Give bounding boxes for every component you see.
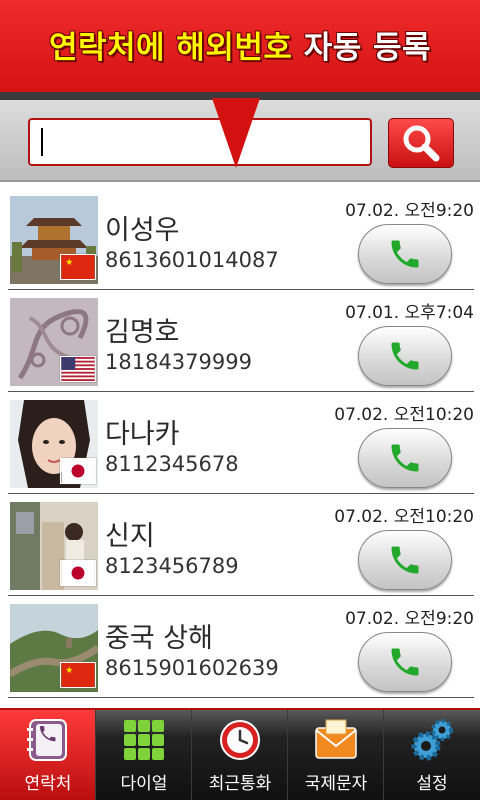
flag-china: ★	[60, 662, 96, 688]
tab-label: 최근통화	[208, 774, 272, 794]
bottom-tab-bar: 연락처 다이얼 최근통화 국제문자 설정	[0, 708, 480, 800]
recent-calls-clock-icon	[220, 720, 260, 760]
flag-japan	[60, 458, 96, 484]
contact-photo	[10, 298, 98, 386]
settings-gears-icon	[411, 719, 453, 761]
call-button[interactable]	[358, 224, 452, 284]
contact-list: ★ 이성우 8613601014087 07.02. 오전9:20 김명호 18…	[0, 192, 480, 702]
call-button[interactable]	[358, 326, 452, 386]
contact-number: 18184379999	[105, 350, 252, 374]
search-input[interactable]	[28, 118, 372, 166]
contact-number: 8615901602639	[105, 656, 279, 680]
call-time: 07.02. 오전10:20	[334, 405, 474, 425]
contact-number: 8123456789	[105, 554, 239, 578]
svg-text:★: ★	[65, 665, 73, 676]
tab-label: 연락처	[24, 774, 72, 794]
tab-settings[interactable]: 설정	[384, 710, 480, 800]
call-time: 07.02. 오전9:20	[345, 609, 474, 629]
banner-title-part2: 자동 등록	[303, 30, 432, 66]
banner-pointer	[212, 98, 260, 168]
envelope-icon	[315, 719, 357, 759]
call-button[interactable]	[358, 530, 452, 590]
phone-icon	[391, 648, 419, 676]
call-button[interactable]	[358, 428, 452, 488]
contact-name: 다나카	[105, 419, 180, 450]
phone-icon	[391, 444, 419, 472]
flag-japan	[60, 560, 96, 586]
contact-row[interactable]: ★ 이성우 8613601014087 07.02. 오전9:20	[8, 192, 474, 290]
phone-icon	[391, 546, 419, 574]
svg-text:★: ★	[65, 257, 73, 268]
contact-photo	[10, 400, 98, 488]
tab-contacts[interactable]: 연락처	[0, 710, 96, 800]
banner-title: 연락처에 해외번호 자동 등록	[0, 22, 480, 67]
contact-name: 이성우	[105, 215, 180, 246]
tab-recent-calls[interactable]: 최근통화	[192, 710, 288, 800]
dialpad-icon	[124, 720, 164, 760]
flag-china: ★	[60, 254, 96, 280]
contact-row[interactable]: 신지 8123456789 07.02. 오전10:20	[8, 498, 474, 596]
contact-name: 중국 상해	[105, 623, 213, 654]
call-time: 07.01. 오후7:04	[345, 303, 474, 323]
banner-title-part1: 연락처에 해외번호	[48, 30, 293, 66]
contact-row[interactable]: 김명호 18184379999 07.01. 오후7:04	[8, 294, 474, 392]
tab-label: 설정	[416, 774, 448, 794]
contact-number: 8112345678	[105, 452, 239, 476]
call-button[interactable]	[358, 632, 452, 692]
call-time: 07.02. 오전10:20	[334, 507, 474, 527]
search-button[interactable]	[388, 118, 454, 168]
contact-name: 신지	[105, 521, 155, 552]
tab-label: 다이얼	[120, 774, 168, 794]
tab-dialpad[interactable]: 다이얼	[96, 710, 192, 800]
contact-row[interactable]: 다나카 8112345678 07.02. 오전10:20	[8, 396, 474, 494]
contacts-book-icon	[27, 719, 67, 761]
contact-row[interactable]: ★ 중국 상해 8615901602639 07.02. 오전9:20	[8, 600, 474, 698]
call-time: 07.02. 오전9:20	[345, 201, 474, 221]
contact-photo: ★	[10, 604, 98, 692]
contact-number: 8613601014087	[105, 248, 279, 272]
tab-label: 국제문자	[304, 774, 368, 794]
contact-name: 김명호	[105, 317, 180, 348]
phone-icon	[391, 342, 419, 370]
contact-photo	[10, 502, 98, 590]
tab-international-sms[interactable]: 국제문자	[288, 710, 384, 800]
app-screen: 연락처에 해외번호 자동 등록 ★ 이성우 8613601014087 07.0…	[0, 0, 480, 800]
text-cursor	[41, 128, 43, 156]
phone-icon	[391, 240, 419, 268]
contact-photo: ★	[10, 196, 98, 284]
flag-usa	[60, 356, 96, 382]
search-icon	[403, 125, 440, 162]
